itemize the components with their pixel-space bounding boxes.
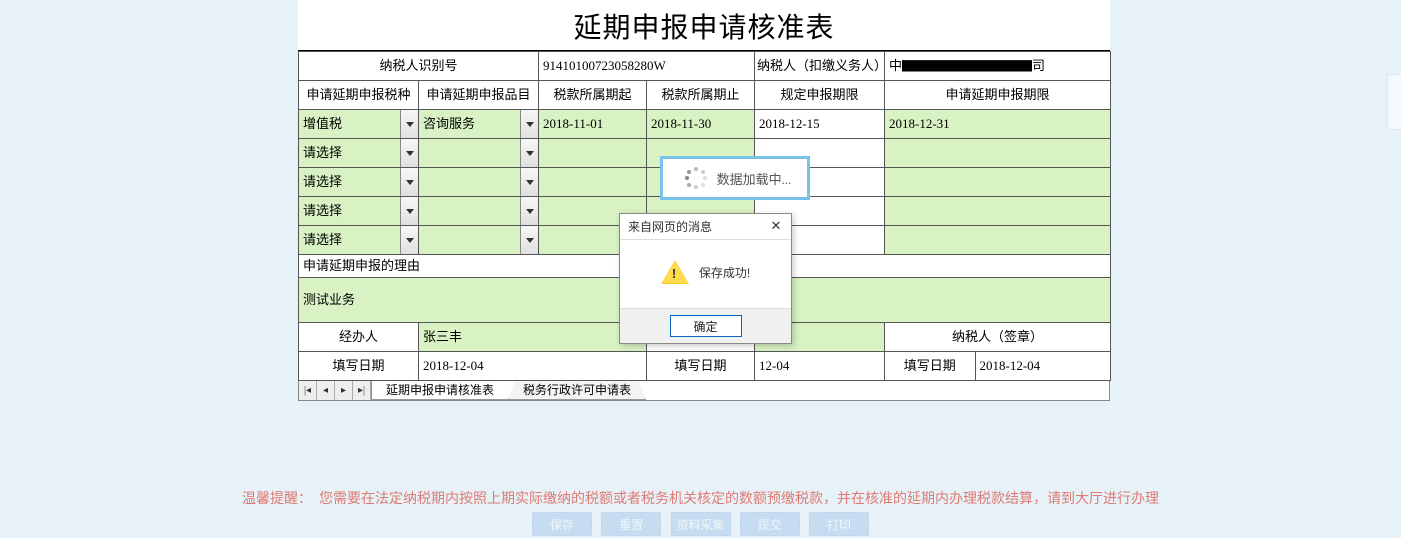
sheet-nav-last[interactable]: ▸|: [353, 381, 371, 400]
submit-button[interactable]: 提交: [740, 512, 800, 536]
handler-value[interactable]: 张三丰: [419, 323, 647, 352]
date-label-2: 填写日期: [647, 352, 755, 381]
sheet-nav-next[interactable]: ▸: [335, 381, 353, 400]
chevron-down-icon: [520, 197, 538, 225]
item-select[interactable]: [419, 197, 539, 226]
save-button[interactable]: 保存: [532, 512, 592, 536]
chevron-down-icon: [520, 226, 538, 254]
ext-cell[interactable]: [885, 168, 1111, 197]
chevron-down-icon: [400, 110, 418, 138]
date-label-3: 填写日期: [885, 352, 975, 380]
chevron-down-icon: [400, 139, 418, 167]
period-start-cell[interactable]: 2018-11-01: [539, 110, 647, 139]
col-item: 申请延期申报品目: [419, 81, 539, 110]
col-due: 规定申报期限: [755, 81, 885, 110]
ext-cell[interactable]: [885, 226, 1111, 255]
period-start-cell[interactable]: [539, 139, 647, 168]
chevron-down-icon: [520, 168, 538, 196]
sheet-tab-inactive[interactable]: 税务行政许可申请表: [508, 381, 646, 400]
col-tax-type: 申请延期申报税种: [299, 81, 419, 110]
tax-type-select[interactable]: 请选择: [299, 197, 419, 226]
taxpayer-id-value: 91410100723058280W: [539, 52, 755, 81]
col-ext: 申请延期申报期限: [885, 81, 1111, 110]
sheet-nav-first[interactable]: |◂: [299, 381, 317, 400]
spinner-icon: [685, 167, 707, 189]
sheet-nav-buttons: |◂ ◂ ▸ ▸|: [299, 381, 372, 400]
ext-cell[interactable]: [885, 139, 1111, 168]
chevron-down-icon: [520, 110, 538, 138]
dialog-titlebar: 来自网页的消息 ✕: [620, 214, 791, 240]
tax-type-select[interactable]: 请选择: [299, 139, 419, 168]
tax-type-select[interactable]: 请选择: [299, 226, 419, 255]
taxpayer-id-label: 纳税人识别号: [299, 52, 539, 81]
print-button[interactable]: 打印: [809, 512, 869, 536]
hint-label: 温馨提醒：: [242, 492, 312, 507]
column-header-row: 申请延期申报税种 申请延期申报品目 税款所属期起 税款所属期止 规定申报期限 申…: [299, 81, 1111, 110]
taxpayer-name-value: 中▇▇▇▇▇▇▇▇▇▇司: [885, 52, 1111, 81]
side-handle[interactable]: [1387, 74, 1401, 130]
chevron-down-icon: [400, 197, 418, 225]
ext-cell[interactable]: [885, 197, 1111, 226]
item-select[interactable]: [419, 139, 539, 168]
ext-cell[interactable]: 2018-12-31: [885, 110, 1111, 139]
header-row-1: 纳税人识别号 91410100723058280W 纳税人（扣缴义务人）名称 中…: [299, 52, 1111, 81]
close-icon[interactable]: ✕: [767, 219, 785, 235]
footer-row-2: 填写日期 2018-12-04 填写日期 12-04 填写日期 2018-12-…: [299, 352, 1111, 381]
tax-type-select[interactable]: 请选择: [299, 168, 419, 197]
dialog-footer: 确定: [620, 308, 791, 343]
signer-label: 纳税人（签章）: [885, 323, 1111, 352]
collect-button[interactable]: 资料采集: [671, 512, 731, 536]
dialog-message: 保存成功!: [699, 264, 750, 281]
dialog-title-text: 来自网页的消息: [628, 218, 712, 235]
hint-text: 您需要在法定纳税期内按照上期实际缴纳的税额或者税务机关核定的数额预缴税款，并在核…: [319, 492, 1159, 507]
table-row: 增值税 咨询服务 2018-11-01 2018-11-30 2018-12-1…: [299, 110, 1111, 139]
col-period-end: 税款所属期止: [647, 81, 755, 110]
dialog-body: 保存成功!: [620, 240, 791, 308]
sheet-tab-active[interactable]: 延期申报申请核准表: [371, 381, 509, 400]
handler-label: 经办人: [299, 323, 419, 352]
date-value-3: 2018-12-04: [975, 352, 1110, 380]
loading-text: 数据加载中...: [717, 169, 792, 188]
col-period-start: 税款所属期起: [539, 81, 647, 110]
date-value-1: 2018-12-04: [419, 352, 647, 381]
chevron-down-icon: [520, 139, 538, 167]
warning-icon: [661, 260, 689, 284]
period-end-cell[interactable]: 2018-11-30: [647, 110, 755, 139]
date-label-1: 填写日期: [299, 352, 419, 381]
footer-button-row: 保存 重置 资料采集 提交 打印: [0, 512, 1401, 536]
hint-line: 温馨提醒： 您需要在法定纳税期内按照上期实际缴纳的税额或者税务机关核定的数额预缴…: [0, 488, 1401, 508]
tax-type-select[interactable]: 增值税: [299, 110, 419, 139]
due-cell: 2018-12-15: [755, 110, 885, 139]
date-value-2: 12-04: [755, 352, 885, 381]
period-start-cell[interactable]: [539, 168, 647, 197]
ok-button[interactable]: 确定: [670, 315, 742, 337]
taxpayer-name-label: 纳税人（扣缴义务人）名称: [755, 52, 885, 81]
item-select[interactable]: [419, 226, 539, 255]
date-cell-3: 填写日期 2018-12-04: [885, 352, 1111, 381]
chevron-down-icon: [400, 226, 418, 254]
sheet-nav-prev[interactable]: ◂: [317, 381, 335, 400]
form-title: 延期申报申请核准表: [298, 0, 1110, 51]
reset-button[interactable]: 重置: [601, 512, 661, 536]
item-select[interactable]: [419, 168, 539, 197]
sheet-tab-bar: |◂ ◂ ▸ ▸| 延期申报申请核准表 税务行政许可申请表: [298, 381, 1110, 401]
chevron-down-icon: [400, 168, 418, 196]
loading-indicator: 数据加载中...: [660, 156, 810, 200]
item-select[interactable]: 咨询服务: [419, 110, 539, 139]
alert-dialog: 来自网页的消息 ✕ 保存成功! 确定: [619, 213, 792, 344]
